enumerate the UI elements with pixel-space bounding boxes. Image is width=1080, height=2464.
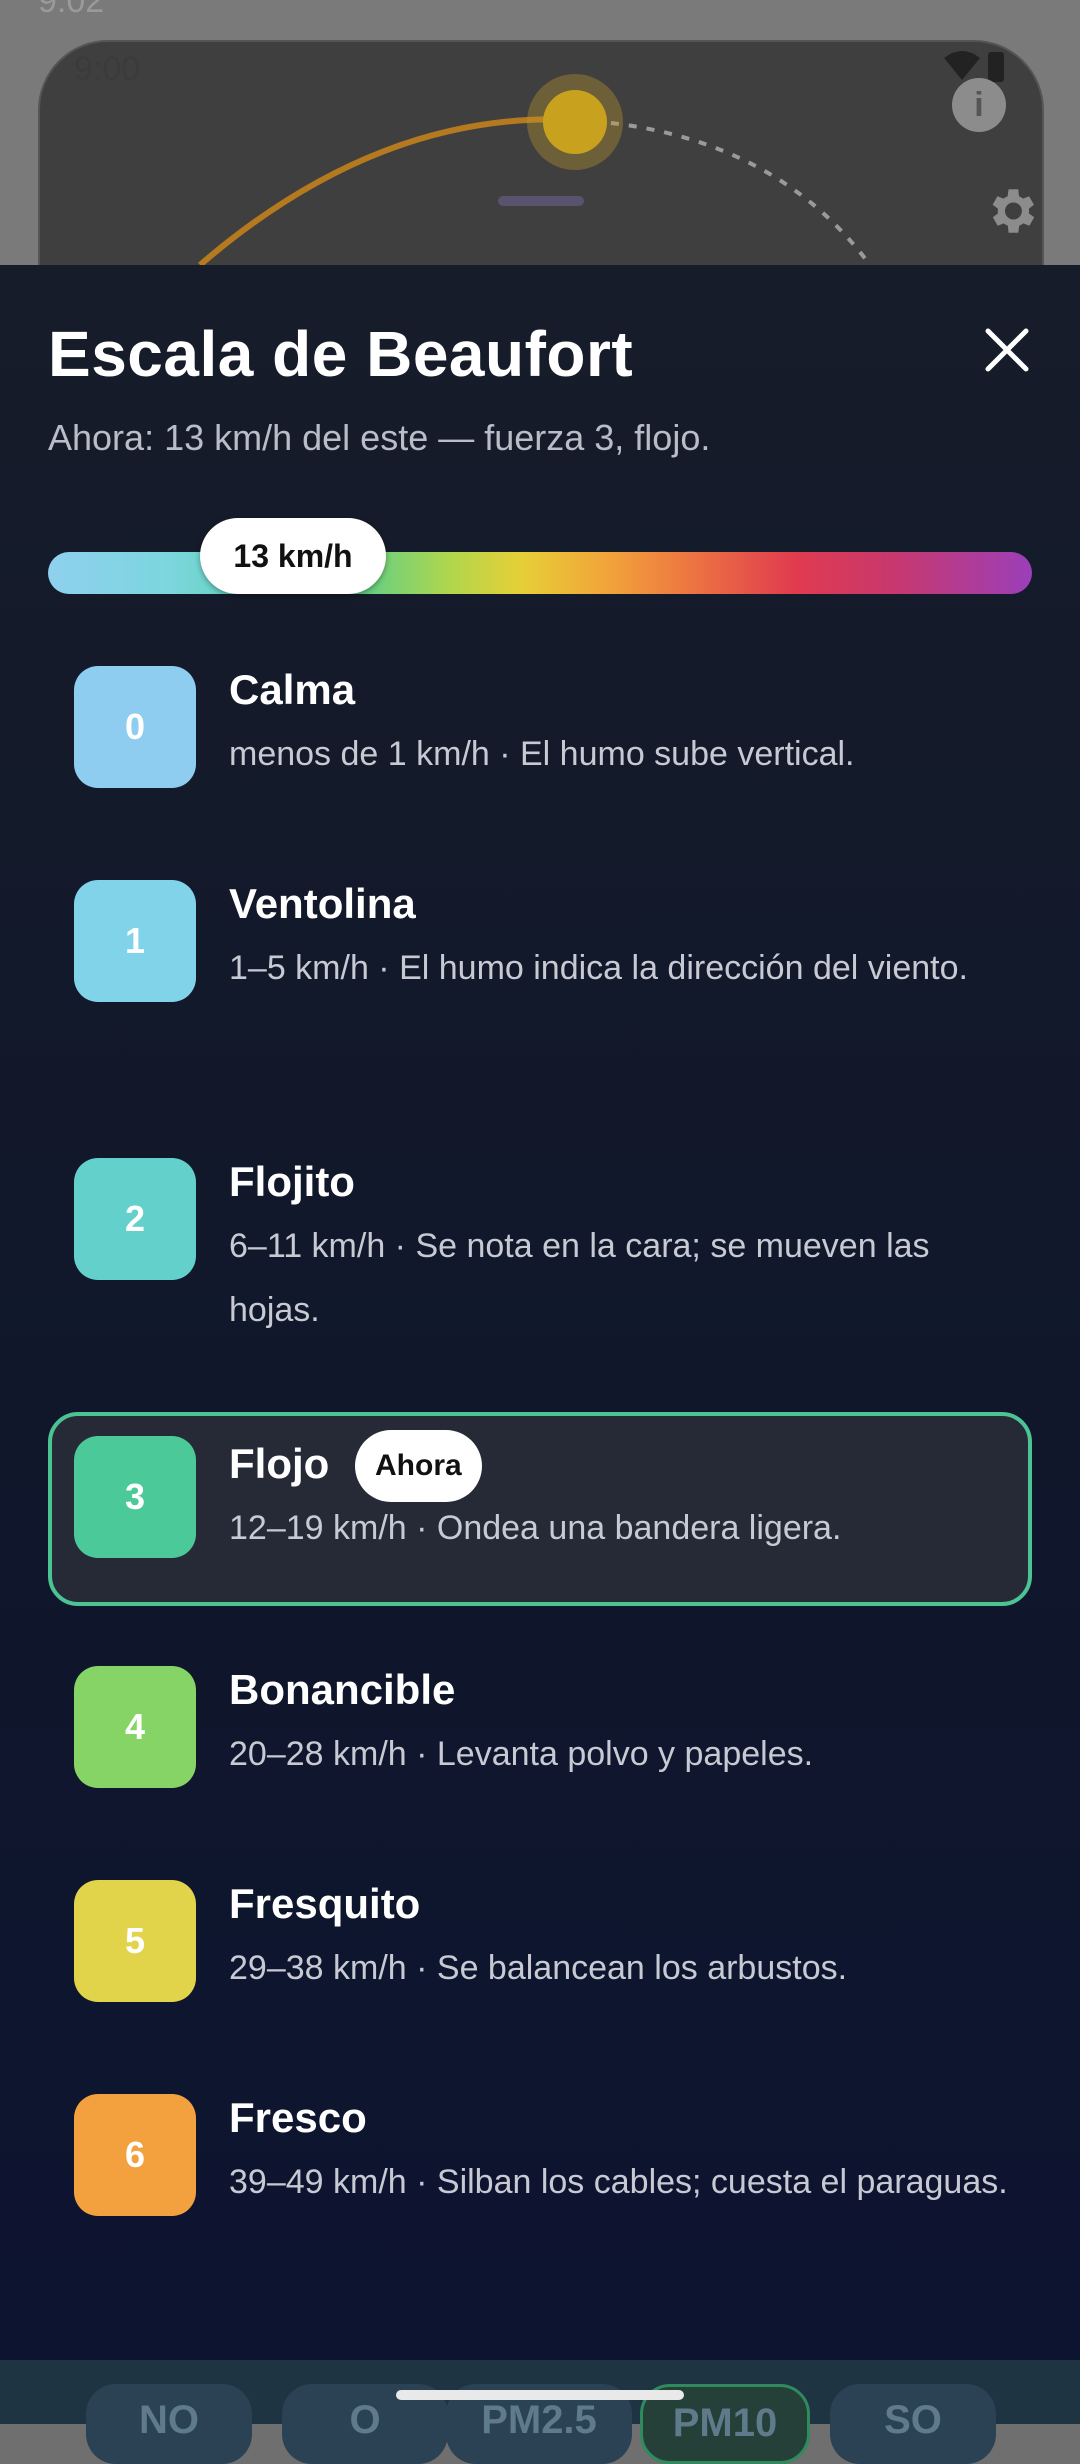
current-wind-summary: Ahora: 13 km/h del este — fuerza 3, floj… xyxy=(48,417,711,458)
level-description: menos de 1 km/h · El humo sube vertical. xyxy=(229,735,855,773)
level-badge: 2 xyxy=(74,1158,196,1280)
home-indicator[interactable] xyxy=(396,2390,684,2400)
level-description: 6–11 km/h · Se nota en la cara; se mueve… xyxy=(229,1227,930,1329)
level-name: Ventolina xyxy=(229,880,416,927)
beaufort-color-scale xyxy=(48,552,1032,594)
level-badge: 6 xyxy=(74,2094,196,2216)
level-name: Flojito xyxy=(229,1158,355,1205)
level-row-2[interactable]: 2 Flojito 6–11 km/h · Se nota en la cara… xyxy=(48,1152,1032,1352)
level-name: Flojo xyxy=(229,1440,330,1487)
sun-icon xyxy=(543,90,607,154)
level-row-0[interactable]: 0 Calma menos de 1 km/h · El humo sube v… xyxy=(48,660,1032,830)
sun-path-arc xyxy=(198,74,872,268)
now-badge: Ahora xyxy=(355,1430,482,1502)
sheet-title: Escala de Beaufort xyxy=(48,318,634,390)
level-description: 39–49 km/h · Silban los cables; cuesta e… xyxy=(229,2163,1008,2201)
level-badge: 5 xyxy=(74,1880,196,2002)
level-name: Fresco xyxy=(229,2094,367,2141)
level-name: Bonancible xyxy=(229,1666,456,1713)
info-icon: i xyxy=(952,78,1006,132)
level-badge: 0 xyxy=(74,666,196,788)
background-time: 9:00 xyxy=(74,50,141,88)
level-badge: 1 xyxy=(74,880,196,1002)
level-description: 12–19 km/h · Ondea una bandera ligera. xyxy=(229,1509,842,1547)
current-speed-marker: 13 km/h xyxy=(200,518,386,594)
level-badge: 3 xyxy=(74,1436,196,1558)
background-drag-handle xyxy=(498,196,584,206)
close-icon xyxy=(985,328,1029,372)
background-tab: NO xyxy=(86,2384,252,2464)
level-description: 20–28 km/h · Levanta polvo y papeles. xyxy=(229,1735,814,1773)
gear-icon xyxy=(992,189,1035,233)
level-description: 1–5 km/h · El humo indica la dirección d… xyxy=(229,949,968,987)
close-button[interactable] xyxy=(972,315,1042,385)
level-row-3-current[interactable]: 3 Flojo Ahora 12–19 km/h · Ondea una ban… xyxy=(48,1412,1032,1606)
level-row-5[interactable]: 5 Fresquito 29–38 km/h · Se balancean lo… xyxy=(48,1874,1032,2044)
level-row-6[interactable]: 6 Fresco 39–49 km/h · Silban los cables;… xyxy=(48,2088,1032,2288)
level-name: Calma xyxy=(229,666,356,713)
level-description: 29–38 km/h · Se balancean los arbustos. xyxy=(229,1949,848,1987)
level-row-4[interactable]: 4 Bonancible 20–28 km/h · Levanta polvo … xyxy=(48,1660,1032,1830)
level-row-1[interactable]: 1 Ventolina 1–5 km/h · El humo indica la… xyxy=(48,874,1032,1074)
beaufort-sheet: Escala de Beaufort Ahora: 13 km/h del es… xyxy=(0,265,1080,2360)
background-tab: SO xyxy=(830,2384,996,2464)
level-name: Fresquito xyxy=(229,1880,421,1927)
level-badge: 4 xyxy=(74,1666,196,1788)
